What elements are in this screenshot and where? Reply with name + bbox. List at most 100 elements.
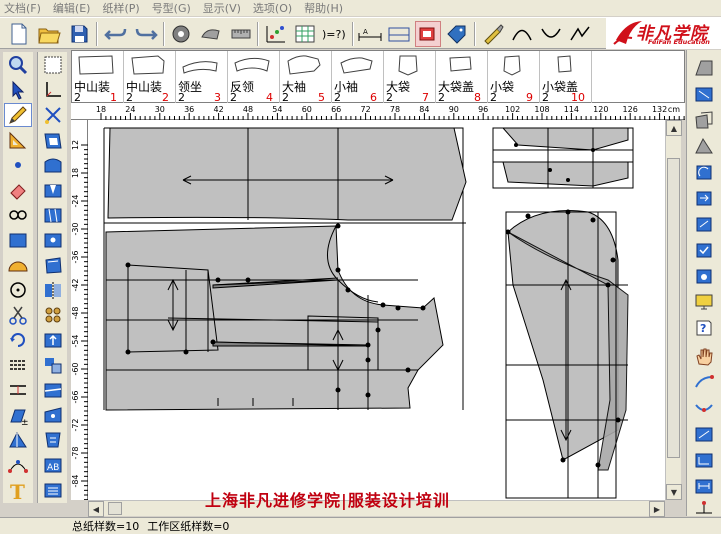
points-grid-icon[interactable] [263, 21, 289, 47]
piece-frame-icon[interactable] [386, 21, 412, 47]
dart-icon[interactable] [39, 178, 67, 202]
pattern-list-icon[interactable] [39, 478, 67, 502]
pattern-canvas[interactable] [88, 120, 665, 500]
curve-adjust-icon[interactable] [691, 396, 717, 420]
triangle-ruler-icon[interactable] [4, 128, 32, 152]
select-arrow-icon[interactable] [4, 78, 32, 102]
piece-measure-icon[interactable] [691, 212, 717, 236]
scroll-left-icon[interactable]: ◀ [88, 501, 104, 517]
hand-pan-icon[interactable] [691, 344, 717, 368]
menu-size[interactable]: 号型(G) [152, 0, 191, 16]
new-file-icon[interactable] [6, 21, 32, 47]
scissors-icon[interactable] [4, 303, 32, 327]
seam-allowance-icon[interactable] [39, 128, 67, 152]
seam-edit-icon[interactable] [691, 56, 717, 80]
back-body-piece[interactable] [107, 127, 467, 221]
pattern-piece-card[interactable]: 领坐 2 3 [176, 51, 228, 104]
bezier-node-icon[interactable] [4, 453, 32, 477]
text-tool-icon[interactable]: T [4, 478, 32, 502]
menu-help[interactable]: 帮助(H) [304, 0, 343, 16]
corner-line-icon[interactable] [39, 78, 67, 102]
fold-icon[interactable] [4, 428, 32, 452]
pleat-icon[interactable] [39, 203, 67, 227]
measure-tape-icon[interactable] [4, 203, 32, 227]
length-adjust-icon[interactable] [691, 474, 717, 498]
pattern-piece-card[interactable]: 小袋盖 2 10 [540, 51, 592, 104]
eraser-icon[interactable] [4, 178, 32, 202]
brush-icon[interactable] [480, 21, 506, 47]
measure-icon[interactable] [228, 21, 254, 47]
piece-info-icon[interactable] [691, 264, 717, 288]
pattern-piece-card[interactable]: 小袋 2 9 [488, 51, 540, 104]
pattern-select-icon[interactable] [415, 21, 441, 47]
pattern-piece-card[interactable]: 大袖 2 5 [280, 51, 332, 104]
monitor-icon[interactable] [691, 290, 717, 314]
menu-options[interactable]: 选项(O) [253, 0, 292, 16]
piece-check-icon[interactable] [691, 238, 717, 262]
merge-piece-icon[interactable] [39, 403, 67, 427]
horizontal-scroll-thumb[interactable] [108, 502, 122, 515]
grade-icon[interactable] [168, 21, 194, 47]
point-icon[interactable] [4, 153, 32, 177]
piece-duplicate-icon[interactable] [691, 108, 717, 132]
arc-icon[interactable] [538, 21, 564, 47]
move-point-icon[interactable] [691, 370, 717, 394]
tag-icon[interactable] [444, 21, 470, 47]
align-pieces-icon[interactable] [39, 353, 67, 377]
pattern-piece-card[interactable]: 中山装 2 1 [72, 51, 124, 104]
link-icon[interactable] [567, 21, 593, 47]
annotation-icon[interactable]: AB [39, 453, 67, 477]
redo-icon[interactable] [133, 21, 159, 47]
piece-flip-icon[interactable] [691, 134, 717, 158]
front-body-piece[interactable] [105, 225, 444, 411]
pencil-icon[interactable] [4, 103, 32, 127]
buttons-icon[interactable] [39, 303, 67, 327]
vertical-scrollbar[interactable]: ▲ ▼ [665, 120, 682, 500]
curve-icon[interactable] [509, 21, 535, 47]
formula-icon[interactable]: )=?) [321, 21, 347, 47]
pattern-piece-card[interactable]: 大袋盖 2 8 [436, 51, 488, 104]
scroll-down-icon[interactable]: ▼ [666, 484, 682, 500]
corner-adjust-icon[interactable] [691, 448, 717, 472]
pattern-piece-card[interactable]: 中山装 2 2 [124, 51, 176, 104]
protractor-icon[interactable] [4, 253, 32, 277]
pattern-blue-icon[interactable] [691, 82, 717, 106]
pattern-piece-card[interactable]: 大袋 2 7 [384, 51, 436, 104]
pattern-piece-card[interactable]: 小袖 2 6 [332, 51, 384, 104]
help-icon[interactable]: ? [691, 316, 717, 340]
grid-select-icon[interactable] [39, 53, 67, 77]
shrink-icon[interactable] [39, 428, 67, 452]
scroll-right-icon[interactable]: ▶ [649, 501, 665, 517]
piece-outline-icon[interactable] [39, 253, 67, 277]
cut-piece-icon[interactable] [39, 103, 67, 127]
piece-rotate-icon[interactable] [691, 160, 717, 184]
mirror-icon[interactable] [39, 278, 67, 302]
menu-file[interactable]: 文档(F) [4, 0, 41, 16]
undo-icon[interactable] [103, 21, 129, 47]
vertical-scroll-thumb[interactable] [667, 158, 680, 458]
size-table-icon[interactable] [292, 21, 318, 47]
grainline-icon[interactable] [39, 328, 67, 352]
notch-icon[interactable] [39, 153, 67, 177]
line-adjust-icon[interactable] [691, 422, 717, 446]
piece-shift-icon[interactable] [691, 186, 717, 210]
dimension-icon[interactable]: A [357, 21, 383, 47]
top-sleeve-piece[interactable] [507, 210, 619, 461]
save-disk-icon[interactable] [66, 21, 92, 47]
parallel-lines-icon[interactable] [4, 353, 32, 377]
menu-view[interactable]: 显示(V) [203, 0, 241, 16]
circle-icon[interactable] [4, 278, 32, 302]
split-piece-icon[interactable] [39, 378, 67, 402]
drill-hole-icon[interactable] [39, 228, 67, 252]
menu-pattern[interactable]: 纸样(P) [102, 0, 139, 16]
pattern-piece-card[interactable]: 反领 2 4 [228, 51, 280, 104]
offset-icon[interactable] [4, 378, 32, 402]
menu-edit[interactable]: 编辑(E) [53, 0, 91, 16]
collar-stand-piece[interactable] [502, 161, 629, 187]
grade-point-icon[interactable]: ± [4, 403, 32, 427]
open-folder-icon[interactable] [36, 21, 62, 47]
scroll-up-icon[interactable]: ▲ [666, 120, 682, 136]
rectangle-icon[interactable] [4, 228, 32, 252]
pattern-piece-icon[interactable] [198, 21, 224, 47]
zoom-icon[interactable] [4, 53, 32, 77]
